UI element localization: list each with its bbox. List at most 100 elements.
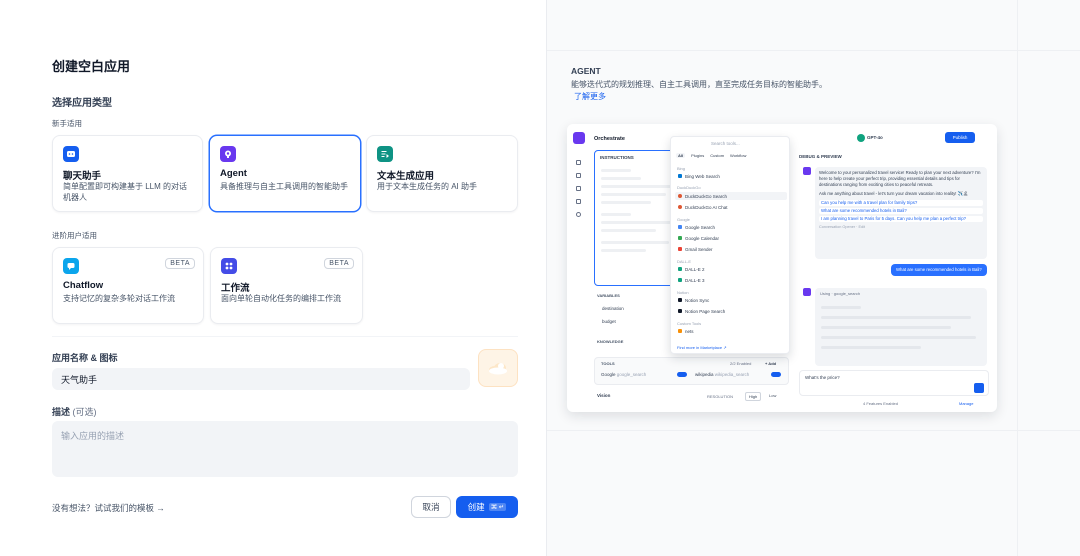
welcome-text: Welcome to your personalized travel serv…	[819, 170, 981, 187]
tool-wiki-name: wikipedia	[695, 372, 714, 377]
app-type-card-agent[interactable]: Agent 具备推理与自主工具调用的智能助手	[209, 135, 361, 212]
grid-line	[1017, 0, 1018, 556]
resolution-high: High	[745, 392, 762, 401]
publish-button: Publish	[945, 132, 975, 143]
tools-pane: TOOLS 2/2 Enabled + Add Google google_se…	[594, 357, 789, 385]
tab-all: All	[676, 153, 686, 158]
card-title: 文本生成应用	[377, 171, 435, 182]
chat-input: What's the price?	[799, 370, 989, 396]
description-textarea[interactable]: 输入应用的描述	[52, 421, 518, 477]
create-button[interactable]: 创建 ⌘ ↵	[456, 496, 518, 518]
tool-tabs: All Plugins Custom Workflow	[676, 153, 746, 158]
advanced-group-label: 进阶用户适用	[52, 231, 97, 240]
tool-google: Google google_search	[601, 372, 646, 377]
dd-item-label: DALL-E 3	[685, 277, 705, 283]
dd-item: DuckDuckGo AI Chat	[675, 203, 787, 211]
tool-google-name: Google	[601, 372, 616, 377]
user-message: What are some recommended hotels in Bali…	[891, 264, 987, 276]
chatflow-icon	[63, 258, 79, 274]
page-title: 创建空白应用	[52, 59, 131, 74]
preview-panel: AGENT 能够迭代式的规划推理、自主工具调用，直至完成任务目标的智能助手。 了…	[546, 0, 1080, 556]
bot-reply-loading: Using · google_search	[815, 288, 987, 366]
toggle-wikipedia	[771, 372, 781, 377]
dd-item-label: DuckDuckGo AI Chat	[685, 204, 728, 210]
using-label: Using	[820, 291, 831, 296]
suggestion: I am planning travel to Paris for 5 days…	[819, 216, 983, 222]
mock-header: Orchestrate	[594, 136, 625, 142]
beta-badge: BETA	[324, 258, 354, 269]
cancel-button[interactable]: 取消	[411, 496, 451, 518]
dd-item: DuckDuckGo Search	[675, 192, 787, 200]
learn-more-link[interactable]: 了解更多	[574, 91, 606, 102]
app-type-card-chatflow[interactable]: BETA Chatflow 支持记忆的复杂多轮对话工作流	[52, 247, 204, 324]
dd-group: DALL-E	[677, 259, 692, 264]
dd-item-label: nets	[685, 328, 694, 334]
dd-group: Notion	[677, 290, 689, 295]
debug-label: DEBUG & PREVIEW	[799, 154, 842, 159]
model-icon	[857, 134, 865, 142]
workflow-icon	[221, 258, 237, 274]
dd-item-label: DALL-E 2	[685, 266, 705, 272]
card-title: 工作流	[221, 283, 250, 294]
resolution-low: Low	[769, 393, 777, 398]
dd-item-label: Notion Page Search	[685, 308, 726, 314]
card-description: 简单配置即可构建基于 LLM 的对话机器人	[63, 182, 188, 202]
create-button-label: 创建	[467, 502, 485, 512]
section-divider	[52, 336, 518, 337]
dd-item: DALL-E 2	[675, 265, 787, 273]
using-tool: Using · google_search	[820, 291, 861, 296]
tab-plugins: Plugins	[691, 153, 705, 158]
beginner-group-label: 新手适用	[52, 119, 82, 128]
sidebar-icons	[576, 160, 582, 270]
app-type-card-text-generation[interactable]: 文本生成应用 用于文本生成任务的 AI 助手	[366, 135, 518, 212]
app-name-input[interactable]: 天气助手	[52, 368, 470, 390]
tools-label: TOOLS	[601, 361, 615, 366]
add-tool-button: + Add	[765, 361, 777, 366]
tools-enabled: 2/2 Enabled	[730, 361, 752, 366]
create-app-panel: 创建空白应用 选择应用类型 新手适用 聊天助手 简单配置即可构建基于 LLM 的…	[0, 0, 546, 556]
card-description: 用于文本生成任务的 AI 助手	[377, 182, 478, 191]
dd-item-label: Gmail Sender	[685, 246, 713, 252]
text-generation-icon	[377, 146, 393, 162]
dd-item-label: Notion Sync	[685, 297, 710, 303]
dd-item: Google Search	[675, 223, 787, 231]
vision-label: Vision	[597, 393, 611, 398]
template-link[interactable]: 没有想法？试试我们的模板 →	[52, 502, 165, 514]
bot-welcome-message: Welcome to your personalized travel serv…	[815, 167, 987, 259]
app-logo-icon	[573, 132, 585, 144]
resolution-label: RESOLUTION	[707, 394, 734, 399]
dd-group: DuckDuckGo	[677, 185, 701, 190]
instructions-label: INSTRUCTIONS	[600, 155, 634, 160]
tool-picker-dropdown: Search tools... All Plugins Custom Workf…	[670, 136, 790, 354]
app-icon-picker[interactable]	[478, 349, 518, 387]
card-title: Chatflow	[63, 280, 104, 291]
app-type-card-workflow[interactable]: BETA 工作流 面向单轮自动化任务的编排工作流	[210, 247, 363, 324]
dd-item: nets	[675, 327, 787, 335]
dd-item-label: Google Search	[685, 224, 716, 230]
dd-group: Bing	[677, 166, 686, 171]
send-button	[974, 383, 984, 393]
agent-preview-screenshot: Orchestrate GPT-4o Publish INSTRUCTIONS …	[567, 124, 997, 412]
chat-bot-icon	[63, 146, 79, 162]
tab-workflow: Workflow	[730, 153, 747, 158]
dd-group: Google	[677, 217, 690, 222]
toggle-google	[677, 372, 687, 377]
agent-icon	[220, 146, 236, 162]
card-description: 面向单轮自动化任务的编排工作流	[221, 294, 341, 303]
dd-item: Bing Web Search	[675, 172, 787, 180]
app-type-card-chatbot[interactable]: 聊天助手 简单配置即可构建基于 LLM 的对话机器人	[52, 135, 203, 212]
description-label: 描述 (可选)	[52, 405, 97, 418]
instructions-pane: INSTRUCTIONS	[594, 150, 676, 286]
card-title: Agent	[220, 168, 247, 179]
card-description: 支持记忆的复杂多轮对话工作流	[63, 294, 175, 303]
tool-google-sub: google_search	[616, 372, 647, 377]
description-label-text: 描述	[52, 407, 71, 417]
tool-search-input: Search tools...	[711, 141, 740, 146]
card-title: 聊天助手	[63, 171, 102, 182]
preview-title: AGENT	[571, 66, 601, 76]
opener-text: Conversation Opener · Edit	[819, 225, 866, 229]
dd-item: DALL-E 3	[675, 276, 787, 284]
app-name-label: 应用名称 & 图标	[52, 353, 118, 363]
preview-description: 能够迭代式的规划推理、自主工具调用，直至完成任务目标的智能助手。	[571, 80, 827, 89]
beta-badge: BETA	[165, 258, 195, 269]
